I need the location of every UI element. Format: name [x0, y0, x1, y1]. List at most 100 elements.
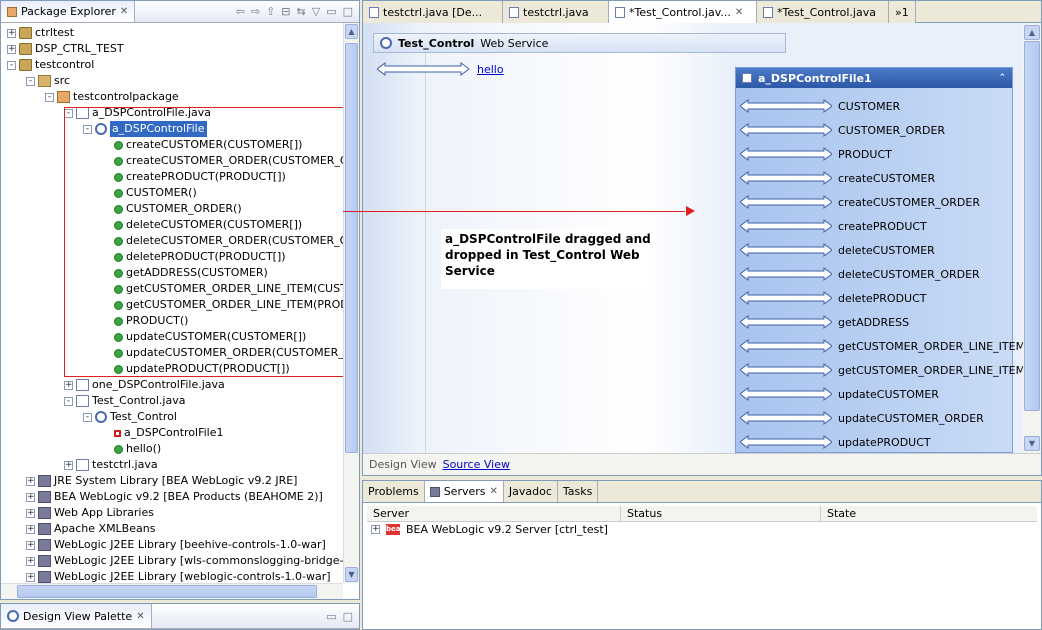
expand-icon[interactable]: +: [26, 524, 35, 534]
minimize-icon[interactable]: ▭: [326, 610, 336, 623]
scroll-down-icon[interactable]: ▼: [345, 567, 358, 582]
package-icon: [57, 91, 70, 103]
expand-icon[interactable]: +: [26, 556, 35, 566]
expand-icon[interactable]: +: [26, 572, 35, 582]
design-canvas[interactable]: Test_Control Web Service hello a_DSPCont…: [363, 23, 1023, 453]
collapse-icon[interactable]: -: [45, 92, 54, 102]
operation-hello-link[interactable]: hello: [477, 63, 504, 76]
scroll-up-icon[interactable]: ▲: [1024, 25, 1040, 40]
tree-item[interactable]: + testctrl.java: [64, 457, 158, 473]
column-server[interactable]: Server: [367, 506, 621, 521]
control-method-row[interactable]: updateCUSTOMER_ORDER: [740, 410, 984, 426]
tree-item[interactable]: + JRE System Library [BEA WebLogic v9.2 J…: [26, 473, 297, 489]
up-icon[interactable]: ⇧: [266, 5, 275, 18]
control-method-row[interactable]: createCUSTOMER: [740, 170, 935, 186]
hscroll-thumb[interactable]: [17, 585, 317, 598]
expand-icon[interactable]: +: [64, 460, 73, 470]
control-method-row[interactable]: deletePRODUCT: [740, 290, 927, 306]
collapse-all-icon[interactable]: ⊟: [281, 5, 290, 18]
field-icon: [114, 429, 121, 437]
tab-tasks[interactable]: Tasks: [558, 481, 599, 502]
expand-icon[interactable]: +: [7, 28, 16, 38]
tree-item[interactable]: + ctrltest: [7, 25, 74, 41]
tree-item[interactable]: + WebLogic J2EE Library [beehive-controls…: [26, 537, 326, 553]
control-method-row[interactable]: getCUSTOMER_ORDER_LINE_ITEM: [740, 338, 1023, 354]
web-service-header[interactable]: Test_Control Web Service: [373, 33, 786, 53]
tab-problems[interactable]: Problems: [363, 481, 425, 502]
expand-icon[interactable]: +: [26, 508, 35, 518]
control-method-row[interactable]: updateCUSTOMER: [740, 386, 939, 402]
editor-tab-label: *Test_Control.java: [777, 5, 876, 19]
expand-icon[interactable]: +: [26, 492, 35, 502]
tree-item[interactable]: + Apache XMLBeans: [26, 521, 155, 537]
tree-item[interactable]: - testcontrol: [7, 57, 94, 73]
control-method-row[interactable]: deleteCUSTOMER: [740, 242, 935, 258]
collapse-icon[interactable]: -: [64, 396, 73, 406]
control-method-row[interactable]: CUSTOMER: [740, 98, 900, 114]
control-method-row[interactable]: getADDRESS: [740, 314, 909, 330]
collapse-icon[interactable]: -: [26, 76, 35, 86]
tree-item[interactable]: + BEA WebLogic v9.2 [BEA Products (BEAHOM…: [26, 489, 323, 505]
expand-icon[interactable]: +: [26, 476, 35, 486]
collapse-icon[interactable]: ⌃: [998, 73, 1006, 83]
scroll-down-icon[interactable]: ▼: [1024, 436, 1040, 451]
control-box[interactable]: a_DSPControlFile1 ⌃ CUSTOMER CUSTOMER_ORD…: [735, 67, 1023, 453]
tree-item[interactable]: a_DSPControlFile1: [102, 425, 224, 441]
editor-tab[interactable]: »1: [889, 1, 916, 23]
collapse-icon[interactable]: -: [7, 60, 16, 70]
tree-vertical-scrollbar[interactable]: ▲ ▼: [343, 23, 359, 583]
control-method-row[interactable]: createCUSTOMER_ORDER: [740, 194, 980, 210]
tab-design-view-palette[interactable]: Design View Palette ✕: [1, 604, 152, 628]
editor-tab[interactable]: *Test_Control.jav... ✕: [609, 1, 757, 23]
design-view-tab[interactable]: Design View: [369, 458, 437, 471]
expand-icon[interactable]: +: [7, 44, 16, 54]
view-menu-icon[interactable]: ▽: [312, 5, 320, 18]
control-method-row[interactable]: deleteCUSTOMER_ORDER: [740, 266, 980, 282]
tree-item[interactable]: + one_DSPControlFile.java: [64, 377, 225, 393]
tree-item[interactable]: - src: [26, 73, 70, 89]
tree-item[interactable]: + Web App Libraries: [26, 505, 154, 521]
tab-servers[interactable]: Servers ✕: [424, 481, 504, 502]
maximize-icon[interactable]: □: [343, 5, 353, 18]
control-header: a_DSPControlFile1 ⌃: [736, 68, 1012, 88]
link-editor-icon[interactable]: ⇆: [297, 5, 306, 18]
collapse-icon[interactable]: -: [83, 412, 92, 422]
control-method-row[interactable]: createPRODUCT: [740, 218, 927, 234]
editor-vertical-scrollbar[interactable]: ▲ ▼: [1023, 23, 1041, 453]
control-method-row[interactable]: updatePRODUCT: [740, 434, 931, 450]
tab-package-explorer[interactable]: Package Explorer ✕: [1, 1, 136, 22]
back-icon[interactable]: ⇦: [236, 5, 245, 18]
editor-tab[interactable]: testctrl.java: [503, 1, 609, 23]
forward-icon[interactable]: ⇨: [251, 5, 260, 18]
close-icon[interactable]: ✕: [735, 7, 743, 18]
close-icon[interactable]: ✕: [490, 486, 498, 497]
tree-item[interactable]: + DSP_CTRL_TEST: [7, 41, 124, 57]
tree-item[interactable]: - testcontrolpackage: [45, 89, 179, 105]
control-method-row[interactable]: CUSTOMER_ORDER: [740, 122, 945, 138]
scroll-up-icon[interactable]: ▲: [345, 24, 358, 39]
tab-javadoc[interactable]: Javadoc: [504, 481, 558, 502]
editor-tab[interactable]: *Test_Control.java: [757, 1, 889, 23]
minimize-icon[interactable]: ▭: [326, 5, 336, 18]
control-method-row[interactable]: getCUSTOMER_ORDER_LINE_ITEM: [740, 362, 1023, 378]
column-status[interactable]: Status: [621, 506, 821, 521]
scroll-thumb[interactable]: [1024, 41, 1040, 411]
tree-item[interactable]: hello(): [102, 441, 161, 457]
source-view-tab[interactable]: Source View: [443, 458, 510, 471]
tree-item[interactable]: + WebLogic J2EE Library [wls-commonsloggi…: [26, 553, 343, 569]
close-icon[interactable]: ✕: [120, 6, 128, 17]
tree-item[interactable]: - Test_Control: [83, 409, 177, 425]
tree-item[interactable]: + WebLogic J2EE Library [weblogic-control…: [26, 569, 331, 583]
control-method-row[interactable]: PRODUCT: [740, 146, 892, 162]
tree-horizontal-scrollbar[interactable]: [1, 583, 343, 599]
server-row[interactable]: + bea BEA WebLogic v9.2 Server [ctrl_tes…: [371, 523, 608, 536]
close-icon[interactable]: ✕: [136, 611, 144, 622]
column-state[interactable]: State: [821, 506, 1037, 521]
expand-icon[interactable]: +: [64, 380, 73, 390]
scroll-thumb[interactable]: [345, 43, 358, 453]
expand-icon[interactable]: +: [26, 540, 35, 550]
maximize-icon[interactable]: □: [343, 610, 353, 623]
tree-item[interactable]: - Test_Control.java: [64, 393, 185, 409]
expand-icon[interactable]: +: [371, 525, 380, 534]
editor-tab[interactable]: testctrl.java [De...: [363, 1, 503, 23]
